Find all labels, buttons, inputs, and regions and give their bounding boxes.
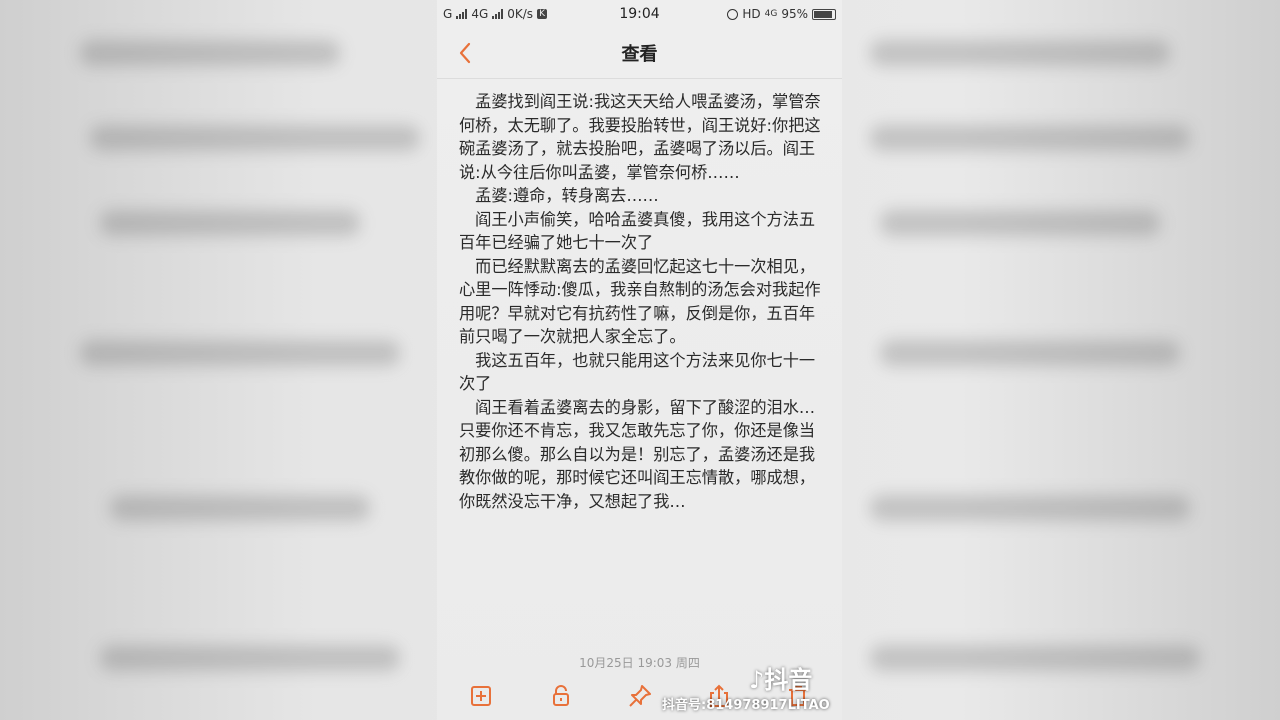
note-paragraph: 阎王看着孟婆离去的身影，留下了酸涩的泪水… <box>459 397 816 417</box>
network-4g-right: 4G <box>764 9 778 19</box>
note-paragraph: 只要你还不肯忘，我又怎敢先忘了你，你还是像当初那么傻。那么自以为是！别忘了，孟婆… <box>459 421 816 511</box>
douyin-id: 抖音号:814978917LITAO <box>662 698 830 713</box>
hd-label: HD <box>742 7 761 21</box>
page-title: 查看 <box>621 44 658 65</box>
douyin-logo: ♪抖音 <box>749 666 813 694</box>
signal-icon-2 <box>492 9 504 19</box>
network-speed: 0K/s <box>507 7 534 21</box>
battery-percent: 95% <box>781 7 808 21</box>
note-paragraph: 而已经默默离去的孟婆回忆起这七十一次相见，心里一阵悸动:傻瓜，我亲自熬制的汤怎会… <box>459 256 821 347</box>
add-note-button[interactable] <box>467 682 495 710</box>
pin-button[interactable] <box>626 682 654 710</box>
lock-button[interactable] <box>547 682 575 710</box>
battery-icon <box>812 8 836 20</box>
app-badge: K <box>537 9 547 19</box>
note-content: 孟婆找到阎王说:我这天天给人喂孟婆汤，掌管奈何桥，太无聊了。我要投胎转世，阎王说… <box>459 90 827 513</box>
add-note-icon <box>471 686 491 706</box>
note-paragraph: 孟婆找到阎王说:我这天天给人喂孟婆汤，掌管奈何桥，太无聊了。我要投胎转世，阎王说… <box>459 92 821 182</box>
nav-bar: 查看 <box>437 28 842 79</box>
note-paragraph: 我这五百年，也就只能用这个方法来见你七十一次了 <box>459 350 816 394</box>
phone-screen: G 4G 0K/s K 19:04 HD 4G 95% 查看 孟婆找到阎王说:我… <box>437 0 842 720</box>
lock-icon <box>553 685 569 706</box>
status-bar: G 4G 0K/s K 19:04 HD 4G 95% <box>437 0 842 28</box>
signal-icon <box>456 9 468 19</box>
network-type-label: G <box>443 7 453 21</box>
note-paragraph: 阎王小声偷笑，哈哈孟婆真傻，我用这个方法五百年已经骗了她七十一次了 <box>459 209 816 253</box>
pin-icon <box>629 685 651 707</box>
alarm-icon <box>727 8 739 20</box>
note-paragraph: 孟婆:遵命，转身离去…… <box>459 186 659 205</box>
network-4g-label: 4G <box>471 7 489 21</box>
music-note-icon: ♪ <box>749 666 765 694</box>
